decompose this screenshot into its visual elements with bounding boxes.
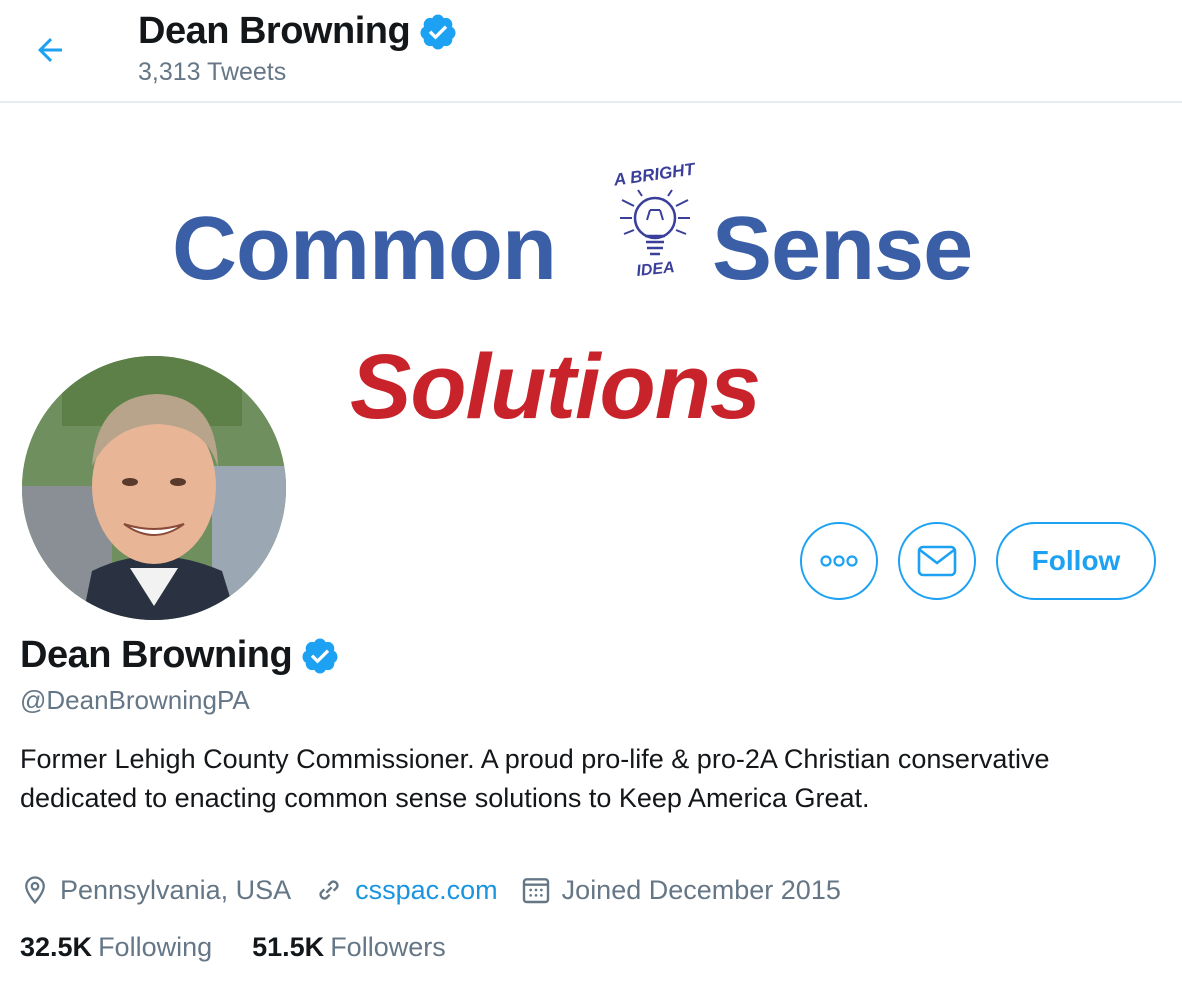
profile-name: Dean Browning xyxy=(20,634,340,677)
follow-button[interactable]: Follow xyxy=(996,522,1156,600)
following-stat[interactable]: 32.5K Following xyxy=(20,932,212,963)
banner-word-sense: Sense xyxy=(712,199,973,299)
verified-badge-icon xyxy=(302,638,338,673)
message-button[interactable] xyxy=(898,522,976,600)
profile-avatar[interactable] xyxy=(18,352,290,624)
top-header: Dean Browning 3,313 Tweets xyxy=(0,0,1182,103)
header-name-text: Dean Browning xyxy=(138,10,411,52)
profile-bio: Former Lehigh County Commissioner. A pro… xyxy=(20,744,1050,813)
verified-badge-icon xyxy=(420,14,456,49)
banner-word-common: Common xyxy=(172,199,557,299)
avatar-portrait xyxy=(22,356,286,620)
profile-handle: @DeanBrowningPA xyxy=(20,685,250,715)
profile-meta: Pennsylvania, USA csspac.com Joined Dece… xyxy=(20,874,863,906)
meta-website: csspac.com xyxy=(313,874,498,906)
calendar-icon xyxy=(522,878,549,904)
location-pin-icon xyxy=(25,876,45,905)
profile-stats: 32.5K Following 51.5K Followers xyxy=(20,932,486,963)
followers-label: Followers xyxy=(330,932,446,962)
location-text: Pennsylvania, USA xyxy=(60,874,292,905)
joined-text: Joined December 2015 xyxy=(561,874,841,905)
more-options-button[interactable] xyxy=(800,522,878,600)
envelope-icon xyxy=(917,545,957,577)
back-arrow-icon xyxy=(38,38,62,62)
following-count: 32.5K xyxy=(20,932,93,962)
more-dots-icon xyxy=(820,555,858,567)
meta-joined: Joined December 2015 xyxy=(520,874,841,906)
meta-location: Pennsylvania, USA xyxy=(20,874,291,906)
profile-name-text: Dean Browning xyxy=(20,634,293,676)
bulb-bottom-text: IDEA xyxy=(636,259,676,280)
back-button[interactable] xyxy=(26,28,74,72)
header-title: Dean Browning xyxy=(138,10,458,53)
profile-actions: Follow xyxy=(800,522,1156,600)
link-icon xyxy=(319,880,339,900)
bulb-top-text: A BRIGHT xyxy=(612,160,698,190)
followers-stat[interactable]: 51.5K Followers xyxy=(252,932,446,963)
banner-word-solutions: Solutions xyxy=(350,336,761,438)
tweet-count: 3,313 Tweets xyxy=(138,58,287,86)
following-label: Following xyxy=(98,932,213,962)
website-link[interactable]: csspac.com xyxy=(355,875,498,906)
lightbulb-icon: A BRIGHT IDEA xyxy=(612,160,698,280)
followers-count: 51.5K xyxy=(252,932,325,962)
